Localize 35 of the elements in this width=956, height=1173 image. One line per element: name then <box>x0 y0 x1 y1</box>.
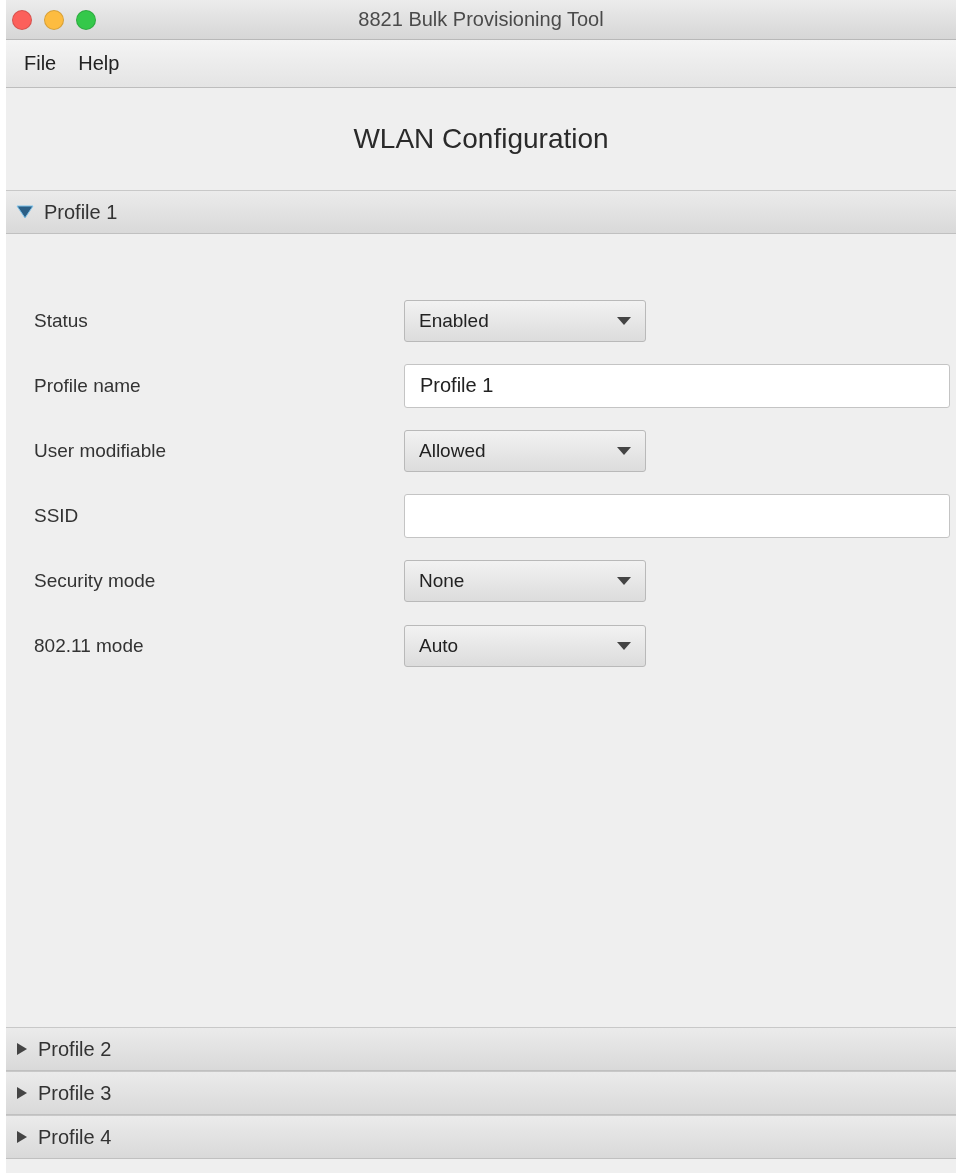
expanded-triangle-icon <box>16 205 34 219</box>
close-button[interactable] <box>12 9 32 30</box>
collapsed-triangle-icon <box>16 1042 28 1056</box>
page-heading: WLAN Configuration <box>353 123 609 155</box>
text-field[interactable]: Profile 1 <box>404 363 950 408</box>
text-field[interactable] <box>404 493 950 538</box>
section-header[interactable]: Profile 2 <box>6 1027 956 1071</box>
section-title: Profile 4 <box>38 1125 112 1149</box>
collapsed-triangle-icon <box>16 1130 28 1144</box>
dropdown[interactable]: Allowed <box>404 429 646 472</box>
section-title: Profile 2 <box>38 1037 112 1061</box>
dropdown[interactable]: Auto <box>404 624 646 667</box>
dropdown-arrow-icon <box>617 641 631 650</box>
field-label: 802.11 mode <box>34 634 145 657</box>
field-label: SSID <box>34 504 80 527</box>
field-label: Profile name <box>34 374 142 397</box>
menu-item[interactable]: Help <box>70 48 128 79</box>
menu-item[interactable]: File <box>16 48 65 79</box>
field-label: Status <box>34 309 89 332</box>
dropdown-arrow-icon <box>617 316 631 325</box>
field-label: User modifiable <box>34 439 167 462</box>
section-title: Profile 3 <box>38 1081 112 1105</box>
dropdown[interactable]: Enabled <box>404 299 646 342</box>
zoom-button[interactable] <box>76 9 96 30</box>
section-header[interactable]: Profile 1 <box>6 190 956 234</box>
dropdown[interactable]: None <box>404 559 646 602</box>
section-title: Profile 1 <box>44 200 118 224</box>
dropdown-arrow-icon <box>617 446 631 455</box>
section-header[interactable]: Profile 4 <box>6 1115 956 1159</box>
field-label: Security mode <box>34 569 157 592</box>
minimize-button[interactable] <box>44 9 64 30</box>
window-title: 8821 Bulk Provisioning Tool <box>358 8 604 31</box>
dropdown-arrow-icon <box>617 576 631 585</box>
section-header[interactable]: Profile 3 <box>6 1071 956 1115</box>
collapsed-triangle-icon <box>16 1086 28 1100</box>
